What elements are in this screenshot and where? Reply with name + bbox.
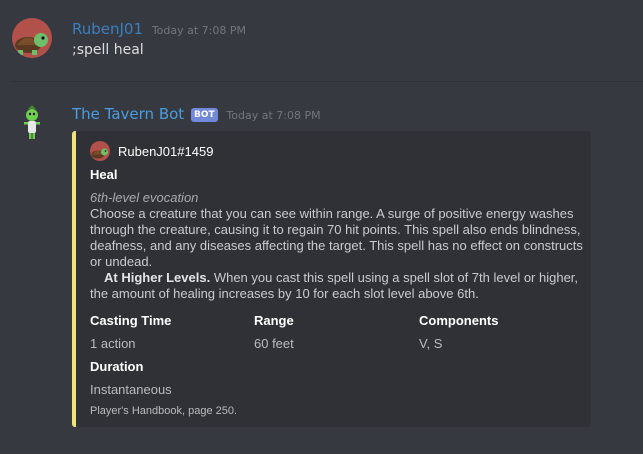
- spell-description: Choose a creature that you can see withi…: [90, 206, 583, 269]
- message-timestamp: Today at 7:08 PM: [226, 109, 321, 122]
- bot-avatar[interactable]: [12, 103, 52, 143]
- field-components-value: V, S: [419, 336, 443, 351]
- embed-footer: Player's Handbook, page 250.: [90, 405, 238, 417]
- field-components-name: Components: [419, 313, 499, 328]
- message-user: RubenJ01 Today at 7:08 PM ;spell heal: [0, 0, 643, 80]
- spell-embed: RubenJ01#1459 Heal 6th-level evocation C…: [72, 131, 591, 427]
- turtle-icon: [90, 141, 110, 161]
- message-text: ;spell heal: [72, 42, 144, 58]
- goblin-icon: [12, 103, 52, 143]
- author-name[interactable]: RubenJ01: [72, 20, 143, 38]
- field-duration-value: Instantaneous: [90, 382, 172, 397]
- message-divider: [10, 81, 643, 82]
- turtle-icon: [12, 18, 52, 58]
- field-range-value: 60 feet: [254, 336, 294, 351]
- embed-title: Heal: [90, 167, 118, 182]
- user-avatar[interactable]: [12, 18, 52, 58]
- embed-description: 6th-level evocation Choose a creature th…: [90, 190, 584, 302]
- field-duration-name: Duration: [90, 359, 144, 374]
- field-casting-time-value: 1 action: [90, 336, 136, 351]
- spell-school: 6th-level evocation: [90, 190, 199, 205]
- author-name[interactable]: The Tavern Bot: [72, 105, 184, 123]
- higher-levels: At Higher Levels. When you cast this spe…: [90, 270, 584, 302]
- message-timestamp: Today at 7:08 PM: [151, 24, 246, 37]
- field-range-name: Range: [254, 313, 294, 328]
- embed-author: RubenJ01#1459: [90, 141, 213, 161]
- embed-author-avatar: [90, 141, 110, 161]
- higher-levels-label: At Higher Levels.: [104, 270, 211, 285]
- embed-author-name: RubenJ01#1459: [118, 143, 214, 159]
- bot-badge: BOT: [190, 108, 218, 122]
- field-casting-time-name: Casting Time: [90, 313, 172, 328]
